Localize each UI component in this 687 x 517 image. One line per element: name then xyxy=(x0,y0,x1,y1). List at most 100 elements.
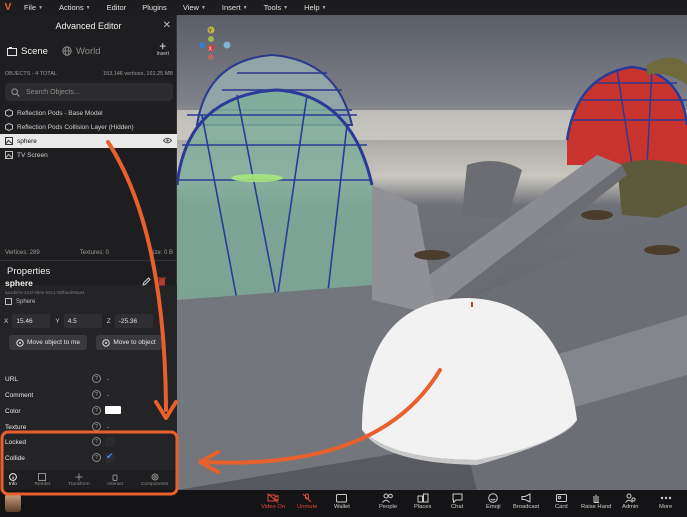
video-label: Video On xyxy=(261,504,286,510)
position-z-input[interactable]: -25.36 xyxy=(114,314,153,328)
bottom-toolbar: Video On Unmute Wallet People Places Cha… xyxy=(0,490,687,517)
image-icon xyxy=(5,151,13,159)
search-input[interactable]: Search Objects... xyxy=(5,83,173,101)
search-icon xyxy=(11,87,20,97)
position-x-input[interactable]: 15.46 xyxy=(12,314,51,328)
list-item-tv-screen[interactable]: TV Screen xyxy=(0,148,177,162)
pencil-icon[interactable] xyxy=(142,277,151,286)
list-item-label: sphere xyxy=(17,137,37,145)
menu-bar: V File ▼ Actions ▼ Editor Plugins View ▼ In… xyxy=(0,0,687,15)
people-button[interactable]: People xyxy=(379,493,397,510)
move-object-to-me-label: Move object to me xyxy=(26,339,81,346)
tab-info[interactable]: Info xyxy=(9,473,17,487)
admin-icon xyxy=(624,493,636,503)
url-label: URL xyxy=(5,375,19,383)
menu-help-label: Help xyxy=(304,3,320,12)
app-logo-icon[interactable]: V xyxy=(0,0,16,15)
color-swatch[interactable] xyxy=(105,406,121,414)
list-item-label: Reflection Pods Collision Layer (Hidden) xyxy=(17,123,134,131)
list-item-reflection-pods-collision[interactable]: Reflection Pods Collision Layer (Hidden) xyxy=(0,120,177,134)
menu-file-label: File xyxy=(24,3,37,12)
property-url: URL ? - xyxy=(5,372,173,386)
help-icon[interactable]: ? xyxy=(92,422,101,431)
avatar[interactable] xyxy=(5,494,21,512)
card-button[interactable]: Card xyxy=(555,493,568,510)
list-item-reflection-pods-base[interactable]: Reflection Pods - Base Model xyxy=(0,106,177,120)
coord-z: Z -25.36 xyxy=(107,314,153,328)
object-name[interactable]: sphere xyxy=(5,278,33,288)
tab-scene[interactable]: Scene xyxy=(0,46,55,57)
eye-icon[interactable] xyxy=(163,137,172,144)
tab-info-label: Info xyxy=(8,482,17,487)
locked-checkbox[interactable] xyxy=(105,437,115,447)
menu-insert[interactable]: Insert ▼ xyxy=(214,3,256,12)
broadcast-label: Broadcast xyxy=(513,504,540,510)
property-color: Color ? xyxy=(5,404,173,418)
property-collide: Collide ? xyxy=(5,451,173,465)
position-y-input[interactable]: 4.5 xyxy=(63,314,102,328)
help-icon[interactable]: ? xyxy=(92,374,101,383)
comment-value[interactable]: - xyxy=(107,392,109,399)
comment-label: Comment xyxy=(5,391,34,399)
raise-hand-button[interactable]: Raise Hand xyxy=(581,493,611,510)
info-icon xyxy=(8,473,17,481)
places-button[interactable]: Places xyxy=(414,493,431,510)
tab-interact[interactable]: Interact xyxy=(107,473,123,487)
move-to-object-button[interactable]: Move to object xyxy=(96,335,162,350)
objects-list: Reflection Pods - Base Model Reflection … xyxy=(0,106,177,162)
wallet-icon xyxy=(336,494,348,503)
search-placeholder: Search Objects... xyxy=(26,88,80,96)
image-icon xyxy=(5,137,13,145)
broadcast-button[interactable]: Broadcast xyxy=(513,493,539,510)
more-button[interactable]: More xyxy=(659,493,672,510)
scene-viewport[interactable]: Y X xyxy=(177,15,687,490)
list-item-sphere[interactable]: sphere xyxy=(0,134,177,148)
tab-world[interactable]: World xyxy=(55,46,108,57)
property-comment: Comment ? - xyxy=(5,388,173,402)
close-icon[interactable]: ✕ xyxy=(163,20,171,31)
unmute-button[interactable]: Unmute xyxy=(297,493,317,510)
insert-button[interactable]: + Insert xyxy=(156,40,169,57)
video-button[interactable]: Video On xyxy=(261,493,285,510)
help-icon[interactable]: ? xyxy=(92,406,101,415)
x-label: X xyxy=(4,317,9,325)
help-icon[interactable]: ? xyxy=(92,437,101,446)
menu-help[interactable]: Help ▼ xyxy=(296,3,334,12)
menu-view[interactable]: View ▼ xyxy=(175,3,214,12)
image-icon xyxy=(38,473,47,481)
menu-plugins[interactable]: Plugins xyxy=(134,3,175,12)
image-icon xyxy=(5,298,12,305)
texture-value[interactable]: - xyxy=(107,424,109,431)
stat-vertices: Vertices: 289 xyxy=(5,250,40,256)
url-value[interactable]: - xyxy=(107,376,109,383)
collide-checkbox[interactable] xyxy=(105,451,115,463)
object-type: Sphere xyxy=(5,298,35,305)
admin-button[interactable]: Admin xyxy=(622,493,638,510)
places-label: Places xyxy=(414,504,432,510)
chevron-down-icon: ▼ xyxy=(242,4,248,11)
target-icon xyxy=(16,338,24,347)
emoji-button[interactable]: Emoji xyxy=(486,493,501,510)
help-icon[interactable]: ? xyxy=(92,453,101,462)
help-icon[interactable]: ? xyxy=(92,390,101,399)
chat-button[interactable]: Chat xyxy=(451,493,463,510)
trash-icon[interactable] xyxy=(157,276,167,286)
emoji-icon xyxy=(488,493,499,503)
menu-plugins-label: Plugins xyxy=(142,3,167,12)
menu-editor-label: Editor xyxy=(106,3,127,12)
tab-render[interactable]: Render xyxy=(35,473,50,487)
card-label: Card xyxy=(555,504,568,510)
tab-transform[interactable]: Transform xyxy=(68,473,90,487)
wallet-button[interactable]: Wallet xyxy=(334,493,350,510)
menu-file[interactable]: File ▼ xyxy=(16,3,51,12)
menu-tools[interactable]: Tools ▼ xyxy=(256,3,296,12)
chat-label: Chat xyxy=(451,504,464,510)
menu-actions[interactable]: Actions ▼ xyxy=(51,3,99,12)
objects-stats: 153,146 vertices, 161.25 MB xyxy=(102,71,173,77)
collide-label: Collide xyxy=(5,454,25,462)
menu-editor[interactable]: Editor xyxy=(99,3,135,12)
tab-components[interactable]: Components xyxy=(141,473,168,487)
megaphone-icon xyxy=(521,493,531,503)
tab-interact-label: Interact xyxy=(107,482,124,487)
move-object-to-me-button[interactable]: Move object to me xyxy=(9,335,87,350)
